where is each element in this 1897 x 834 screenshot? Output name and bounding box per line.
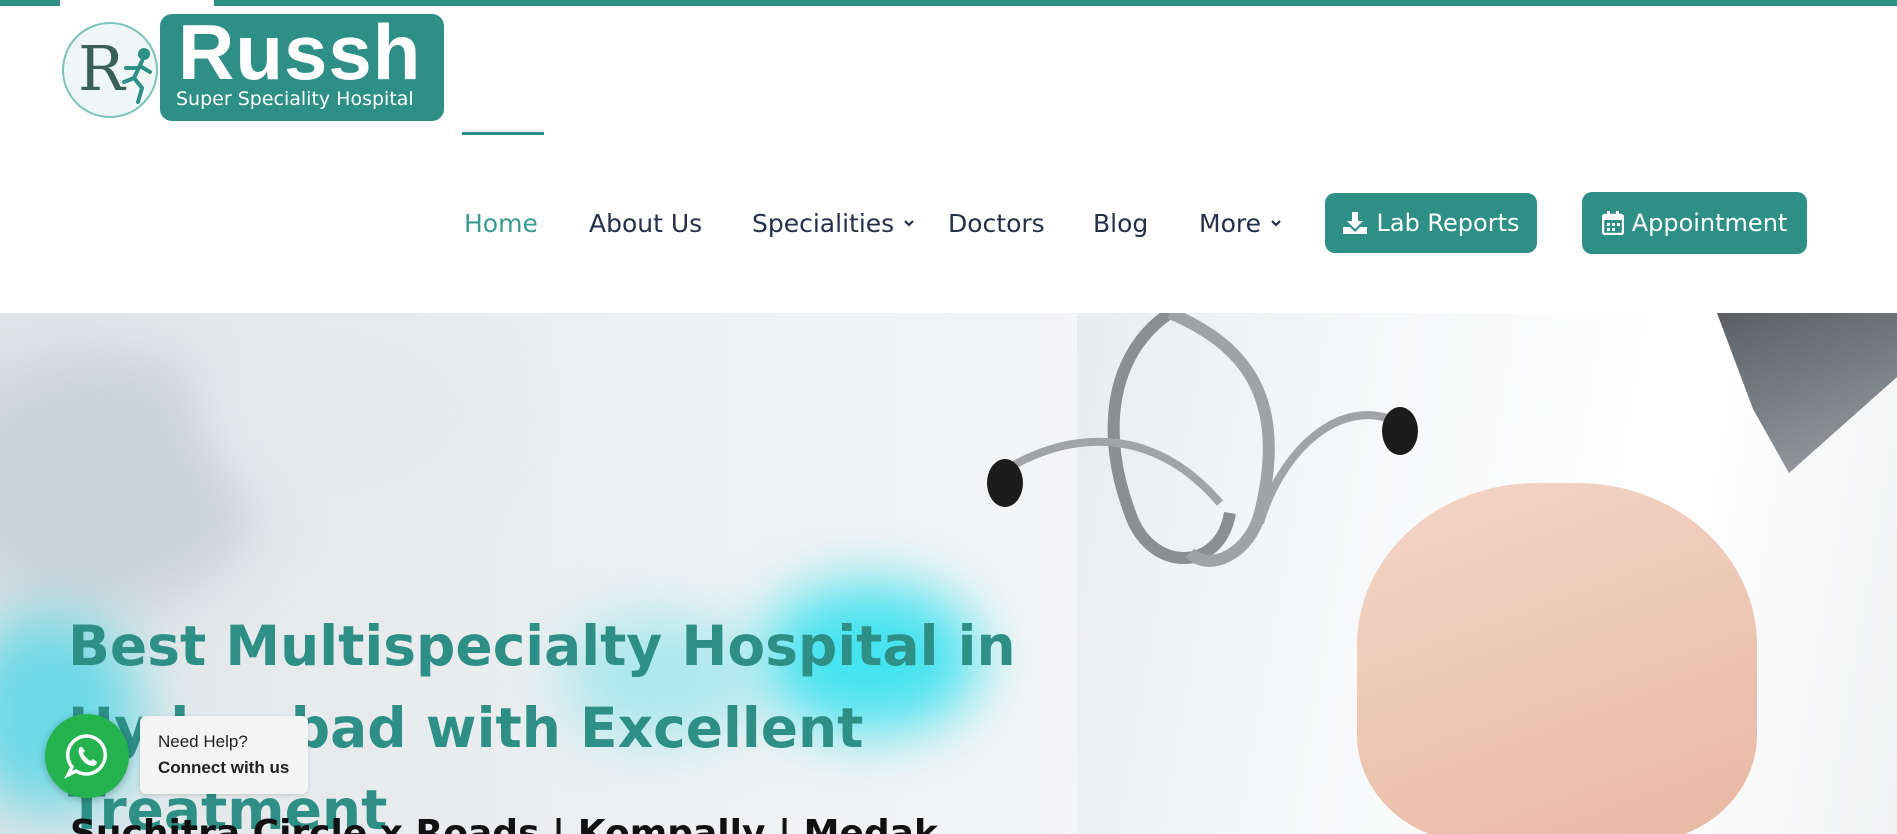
nav-item-label: Blog (1093, 208, 1149, 238)
whatsapp-button[interactable] (45, 714, 129, 798)
chevron-down-icon (904, 220, 914, 227)
nav-item-home[interactable]: Home (464, 200, 538, 246)
help-text: Need Help? (158, 732, 248, 751)
whatsapp-icon (64, 734, 107, 779)
logo-name: Russh (178, 8, 422, 96)
nav-item-about-us[interactable]: About Us (589, 200, 702, 246)
nav-item-more[interactable]: More (1199, 200, 1281, 246)
connect-text: Connect with us (158, 758, 290, 777)
nav-item-label: About Us (589, 208, 703, 238)
lab-reports-button[interactable]: Lab Reports (1325, 193, 1537, 253)
hero-locations: Suchitra Circle x Roads | Kompally | Med… (70, 813, 938, 834)
nav-item-doctors[interactable]: Doctors (948, 200, 1045, 246)
logo-wordmark: Russh Super Speciality Hospital (160, 8, 444, 121)
top-accent-gap (60, 0, 214, 6)
logo-tagline: Super Speciality Hospital (176, 88, 414, 110)
nav-item-label: Doctors (948, 208, 1045, 238)
appointment-button[interactable]: Appointment (1582, 192, 1807, 254)
calendar-icon (1601, 211, 1624, 235)
chevron-down-icon (1271, 220, 1281, 227)
nav-active-underline (462, 132, 544, 135)
logo-emblem: R (62, 22, 158, 118)
hero-blur-shape (200, 313, 500, 513)
site-logo[interactable]: R Russh Super Speciality Hospital (62, 8, 444, 124)
collar-shape (1717, 313, 1897, 473)
appointment-label: Appointment (1631, 209, 1788, 237)
nav-item-label: More (1199, 208, 1261, 238)
nav-item-specialities[interactable]: Specialities (752, 200, 914, 246)
lab-reports-label: Lab Reports (1376, 209, 1520, 237)
stethoscope-image (987, 313, 1418, 567)
running-figure-icon (122, 48, 152, 104)
whatsapp-help-bubble[interactable]: Need Help? Connect with us (140, 716, 308, 794)
download-icon (1343, 212, 1368, 234)
top-accent-strip (0, 0, 1897, 6)
nav-item-label: Specialities (752, 208, 895, 238)
nav-item-blog[interactable]: Blog (1093, 200, 1148, 246)
nav-item-label: Home (464, 208, 538, 238)
